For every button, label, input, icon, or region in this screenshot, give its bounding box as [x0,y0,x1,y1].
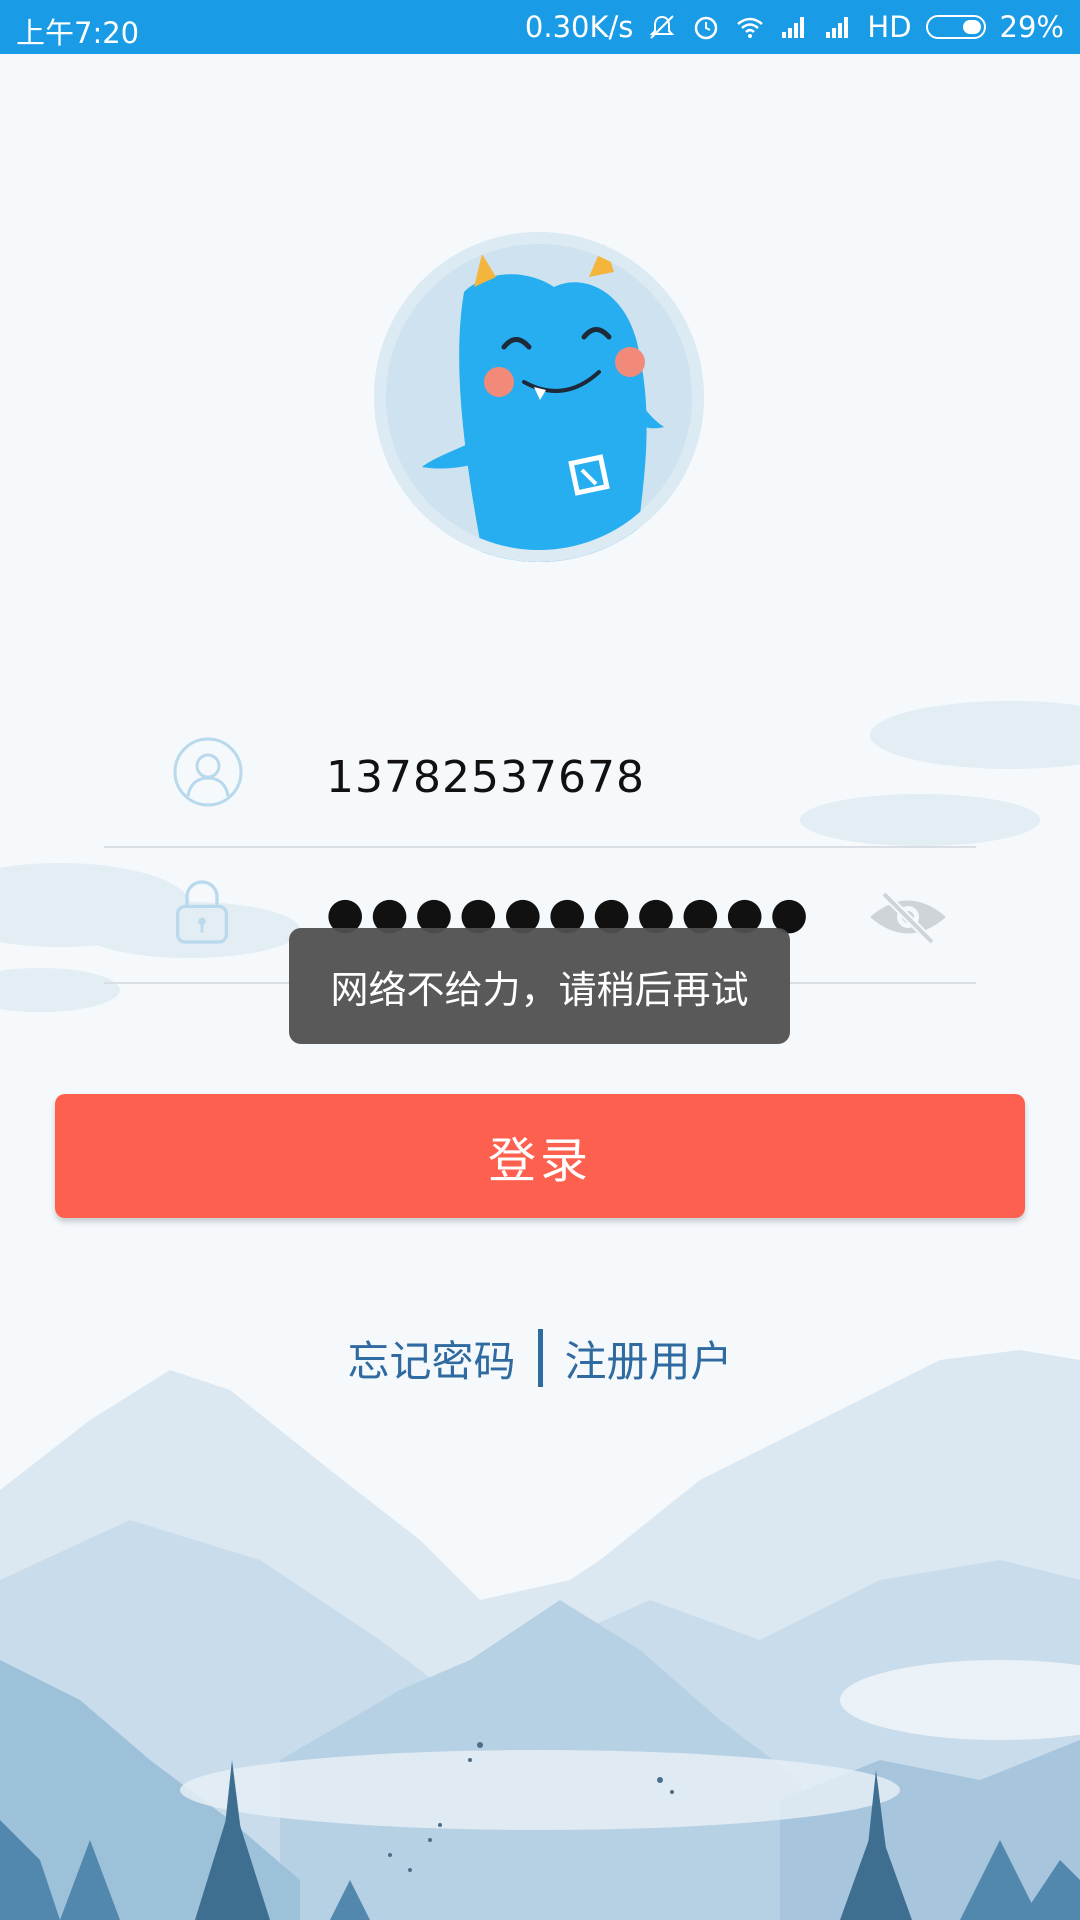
login-button[interactable]: 登录 [55,1094,1025,1218]
eye-off-icon[interactable] [866,890,950,944]
signal-icon [782,17,805,38]
signal-icon-2 [826,17,849,38]
mute-icon [649,15,675,39]
status-bar: 上午7:20 0.30K/s HD 29% [0,0,1080,54]
status-time: 上午7:20 [16,16,140,50]
alarm-icon [695,16,718,40]
network-speed: 0.30K/s [524,10,634,44]
avatar-ring [374,232,704,562]
toast-message: 网络不给力，请稍后再试 [289,928,790,1044]
battery-icon [925,15,986,39]
forgot-password-link[interactable]: 忘记密码 [347,1328,515,1389]
account-links: 忘记密码 注册用户 [0,1328,1080,1388]
mascot-avatar [374,232,704,562]
phone-input[interactable]: 13782537678 [326,752,645,803]
status-icons: 0.30K/s HD 29% [525,10,1064,44]
login-screen: 上午7:20 0.30K/s HD 29% 13782537678 ●●●●●●… [0,0,1080,1920]
user-icon [173,737,243,807]
network-type: HD [867,10,912,44]
battery-percent: 29% [999,10,1064,44]
register-link[interactable]: 注册用户 [565,1328,733,1389]
lock-icon [175,880,229,944]
link-divider [537,1329,543,1387]
phone-field-row[interactable]: 13782537678 [104,722,976,848]
wifi-icon [737,17,764,38]
